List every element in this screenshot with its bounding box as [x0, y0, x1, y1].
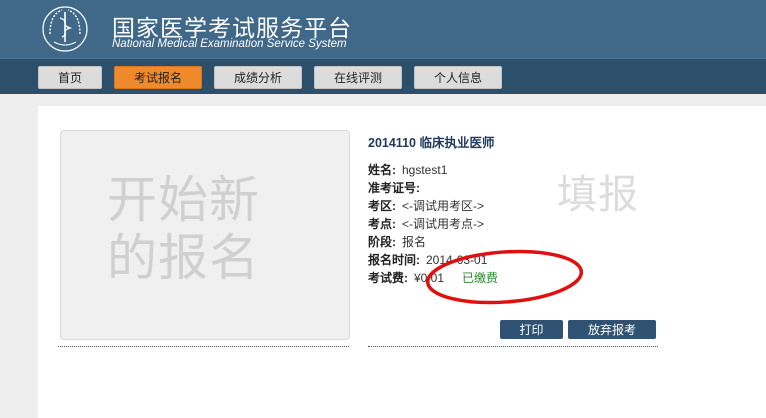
name-value: hgstest1: [402, 163, 448, 177]
divider: [58, 346, 349, 347]
site-title-en: National Medical Examination Service Sys…: [112, 38, 347, 50]
site-label: 考点:: [368, 217, 396, 231]
nav-exam-registration[interactable]: 考试报名: [114, 66, 202, 89]
ticket-label: 准考证号:: [368, 181, 420, 195]
abandon-registration-button[interactable]: 放弃报考: [568, 320, 656, 339]
nav-score-analysis[interactable]: 成绩分析: [214, 66, 302, 89]
nav-online-assessment[interactable]: 在线评测: [314, 66, 402, 89]
stage-value: 报名: [402, 235, 427, 249]
name-label: 姓名:: [368, 163, 396, 177]
area-value: <-调试用考区->: [402, 199, 485, 213]
time-label: 报名时间:: [368, 253, 420, 267]
site-row: 考点: <-调试用考点->: [368, 216, 484, 232]
status-stamp: 填报: [557, 173, 639, 217]
main-nav: 首页 考试报名 成绩分析 在线评测 个人信息: [0, 58, 766, 94]
nav-home[interactable]: 首页: [38, 66, 102, 89]
divider: [368, 346, 658, 347]
new-registration-card[interactable]: 开始新 的报名: [60, 130, 350, 340]
exam-title: 2014110 临床执业医师: [368, 136, 495, 150]
nav-personal-info[interactable]: 个人信息: [414, 66, 502, 89]
fee-label: 考试费:: [368, 271, 408, 285]
medical-emblem-icon: [42, 6, 88, 52]
site-header: 国家医学考试服务平台 National Medical Examination …: [0, 0, 766, 58]
print-button[interactable]: 打印: [500, 320, 563, 339]
area-row: 考区: <-调试用考区->: [368, 198, 484, 214]
stage-label: 阶段:: [368, 235, 396, 249]
main-content: 开始新 的报名 2014110 临床执业医师 姓名: hgstest1 准考证号:…: [38, 106, 766, 418]
ticket-row: 准考证号:: [368, 180, 426, 196]
site-value: <-调试用考点->: [402, 217, 485, 231]
area-label: 考区:: [368, 199, 396, 213]
name-row: 姓名: hgstest1: [368, 162, 447, 178]
annotation-circle: [425, 249, 584, 305]
stage-row: 阶段: 报名: [368, 234, 426, 250]
new-registration-label: 开始新 的报名: [107, 172, 260, 286]
